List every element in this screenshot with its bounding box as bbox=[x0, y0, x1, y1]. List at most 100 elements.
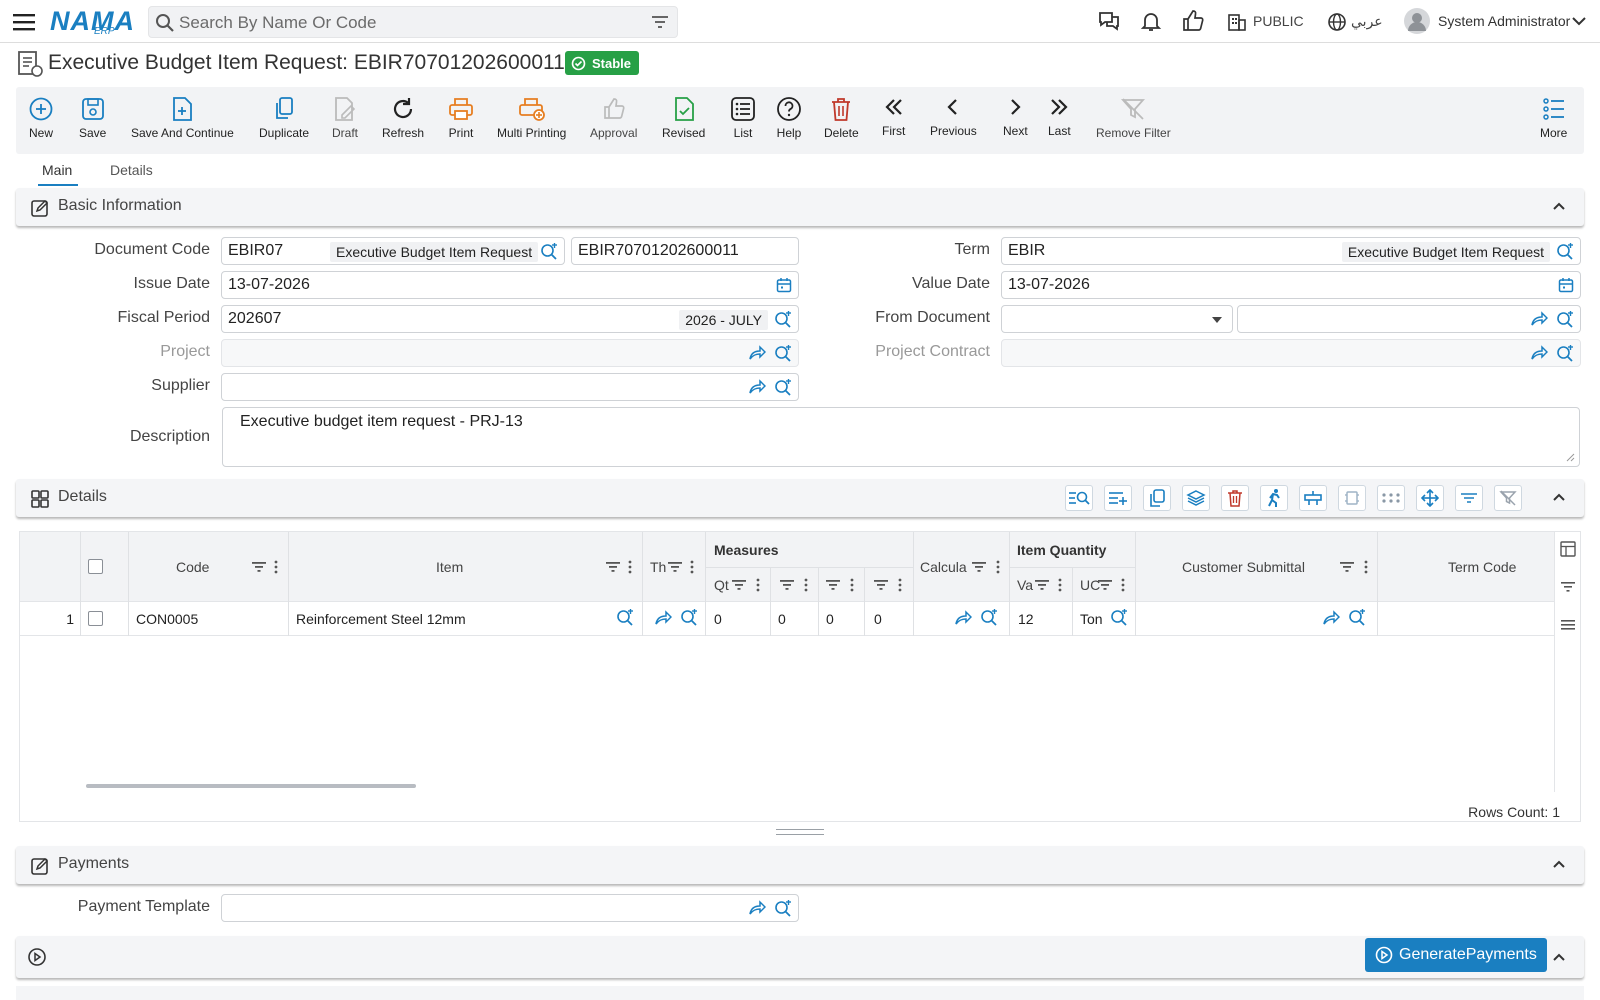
column-menu-icon[interactable] bbox=[628, 560, 632, 574]
select-all-checkbox[interactable] bbox=[88, 559, 103, 574]
open-link-icon[interactable] bbox=[1530, 345, 1548, 361]
column-menu-icon[interactable] bbox=[850, 578, 854, 592]
revised-button[interactable]: Revised bbox=[662, 95, 705, 140]
add-row-icon[interactable] bbox=[1104, 485, 1132, 511]
supplier-field[interactable] bbox=[221, 373, 799, 401]
col-th-header[interactable]: Th bbox=[650, 559, 666, 575]
lookup-search-icon[interactable] bbox=[774, 345, 792, 363]
move-arrows-icon[interactable] bbox=[1416, 485, 1444, 511]
nama-erp-logo[interactable]: NAMA ERP bbox=[50, 4, 134, 37]
resize-grip-icon[interactable] bbox=[1565, 452, 1575, 462]
building-icon[interactable] bbox=[1227, 12, 1247, 32]
notification-bell-icon[interactable] bbox=[1139, 9, 1163, 33]
open-link-icon[interactable] bbox=[748, 900, 766, 916]
language-switch[interactable]: عربي bbox=[1351, 13, 1383, 30]
project-contract-field[interactable] bbox=[1001, 339, 1581, 367]
term-field[interactable]: EBIR Executive Budget Item Request bbox=[1001, 237, 1581, 265]
basic-information-header[interactable]: Basic Information bbox=[16, 188, 1584, 226]
delete-row-icon[interactable] bbox=[1221, 485, 1249, 511]
col-customer-submittal-header[interactable]: Customer Submittal bbox=[1182, 559, 1305, 575]
approval-button[interactable]: Approval bbox=[590, 95, 637, 140]
chevron-up-icon[interactable] bbox=[1552, 490, 1566, 504]
help-button[interactable]: Help bbox=[776, 95, 802, 140]
lookup-search-icon[interactable] bbox=[1556, 311, 1574, 329]
from-document-field[interactable] bbox=[1237, 305, 1581, 333]
thumbs-up-icon[interactable] bbox=[1181, 9, 1205, 33]
open-link-icon[interactable] bbox=[748, 379, 766, 395]
column-filter-icon[interactable] bbox=[1340, 561, 1354, 573]
lookup-search-icon[interactable] bbox=[1556, 345, 1574, 363]
open-link-icon[interactable] bbox=[1530, 311, 1548, 327]
column-filter-icon[interactable] bbox=[606, 561, 620, 573]
cell-measure-4[interactable]: 0 bbox=[874, 611, 882, 627]
payments-header[interactable]: Payments bbox=[16, 846, 1584, 884]
running-person-icon[interactable] bbox=[1260, 485, 1288, 511]
lookup-search-icon[interactable] bbox=[774, 379, 792, 397]
branch-label[interactable]: PUBLIC bbox=[1253, 13, 1304, 29]
duplicate-button[interactable]: Duplicate bbox=[259, 95, 309, 140]
open-link-icon[interactable] bbox=[1322, 610, 1340, 626]
remove-filter-button[interactable]: Remove Filter bbox=[1096, 95, 1171, 140]
chip-icon[interactable] bbox=[1338, 485, 1366, 511]
filter-lines-icon[interactable] bbox=[1455, 485, 1483, 511]
column-menu-icon[interactable] bbox=[898, 578, 902, 592]
horizontal-scrollbar[interactable] bbox=[86, 784, 416, 788]
more-button[interactable]: More bbox=[1540, 95, 1567, 140]
column-filter-icon[interactable] bbox=[1035, 579, 1049, 591]
menu-lines-icon[interactable] bbox=[1560, 618, 1576, 632]
copy-row-icon[interactable] bbox=[1143, 485, 1171, 511]
open-link-icon[interactable] bbox=[954, 610, 972, 626]
column-menu-icon[interactable] bbox=[1121, 578, 1125, 592]
play-circle-icon[interactable] bbox=[27, 947, 47, 967]
chevron-up-icon[interactable] bbox=[1552, 857, 1566, 871]
menu-icon[interactable] bbox=[12, 11, 36, 33]
column-menu-icon[interactable] bbox=[804, 578, 808, 592]
table-row[interactable]: 1 CON0005 Reinforcement Steel 12mm 0 0 0… bbox=[20, 602, 1556, 636]
user-name[interactable]: System Administrator bbox=[1438, 13, 1570, 29]
lookup-search-icon[interactable] bbox=[774, 900, 792, 918]
column-menu-icon[interactable] bbox=[1364, 560, 1368, 574]
fiscal-period-field[interactable]: 202607 2026 - JULY bbox=[221, 305, 799, 333]
filter-off-icon[interactable] bbox=[1494, 485, 1522, 511]
project-field[interactable] bbox=[221, 339, 799, 367]
document-code-field[interactable]: EBIR07 Executive Budget Item Request bbox=[221, 237, 565, 265]
lookup-search-icon[interactable] bbox=[540, 243, 558, 261]
issue-date-field[interactable]: 13-07-2026 bbox=[221, 271, 799, 299]
col-qty-header[interactable]: Qt bbox=[714, 577, 729, 593]
previous-button[interactable]: Previous bbox=[930, 93, 977, 138]
open-link-icon[interactable] bbox=[654, 610, 672, 626]
column-filter-icon[interactable] bbox=[826, 579, 840, 591]
save-and-continue-button[interactable]: Save And Continue bbox=[131, 95, 234, 140]
list-button[interactable]: List bbox=[730, 95, 756, 140]
cell-quantity-value[interactable]: 12 bbox=[1018, 611, 1034, 627]
column-filter-icon[interactable] bbox=[972, 561, 986, 573]
col-item-header[interactable]: Item bbox=[436, 559, 463, 575]
new-button[interactable]: New bbox=[28, 95, 54, 140]
lookup-search-icon[interactable] bbox=[1348, 609, 1366, 627]
column-filter-icon[interactable] bbox=[874, 579, 888, 591]
cell-measure-qty[interactable]: 0 bbox=[714, 611, 722, 627]
column-menu-icon[interactable] bbox=[690, 560, 694, 574]
last-button[interactable]: Last bbox=[1048, 93, 1071, 138]
column-menu-icon[interactable] bbox=[1058, 578, 1062, 592]
column-filter-icon[interactable] bbox=[780, 579, 794, 591]
tab-main[interactable]: Main bbox=[42, 162, 72, 178]
column-filter-icon[interactable] bbox=[732, 579, 746, 591]
chevron-up-icon[interactable] bbox=[1552, 950, 1566, 964]
lookup-search-icon[interactable] bbox=[616, 609, 634, 627]
payment-template-field[interactable] bbox=[221, 894, 799, 922]
chevron-down-icon[interactable] bbox=[1572, 16, 1586, 26]
lookup-search-icon[interactable] bbox=[1110, 609, 1128, 627]
calendar-icon[interactable] bbox=[776, 277, 792, 293]
first-button[interactable]: First bbox=[882, 93, 905, 138]
document-number-field[interactable]: EBIR70701202600011 bbox=[571, 237, 799, 265]
print-button[interactable]: Print bbox=[448, 95, 474, 140]
cell-measure-3[interactable]: 0 bbox=[826, 611, 834, 627]
filter-icon[interactable] bbox=[1560, 580, 1576, 594]
dots-grid-icon[interactable] bbox=[1377, 485, 1405, 511]
lookup-search-icon[interactable] bbox=[680, 609, 698, 627]
delete-button[interactable]: Delete bbox=[824, 95, 859, 140]
column-menu-icon[interactable] bbox=[274, 560, 278, 574]
refresh-button[interactable]: Refresh bbox=[382, 95, 424, 140]
search-input[interactable] bbox=[179, 11, 619, 35]
